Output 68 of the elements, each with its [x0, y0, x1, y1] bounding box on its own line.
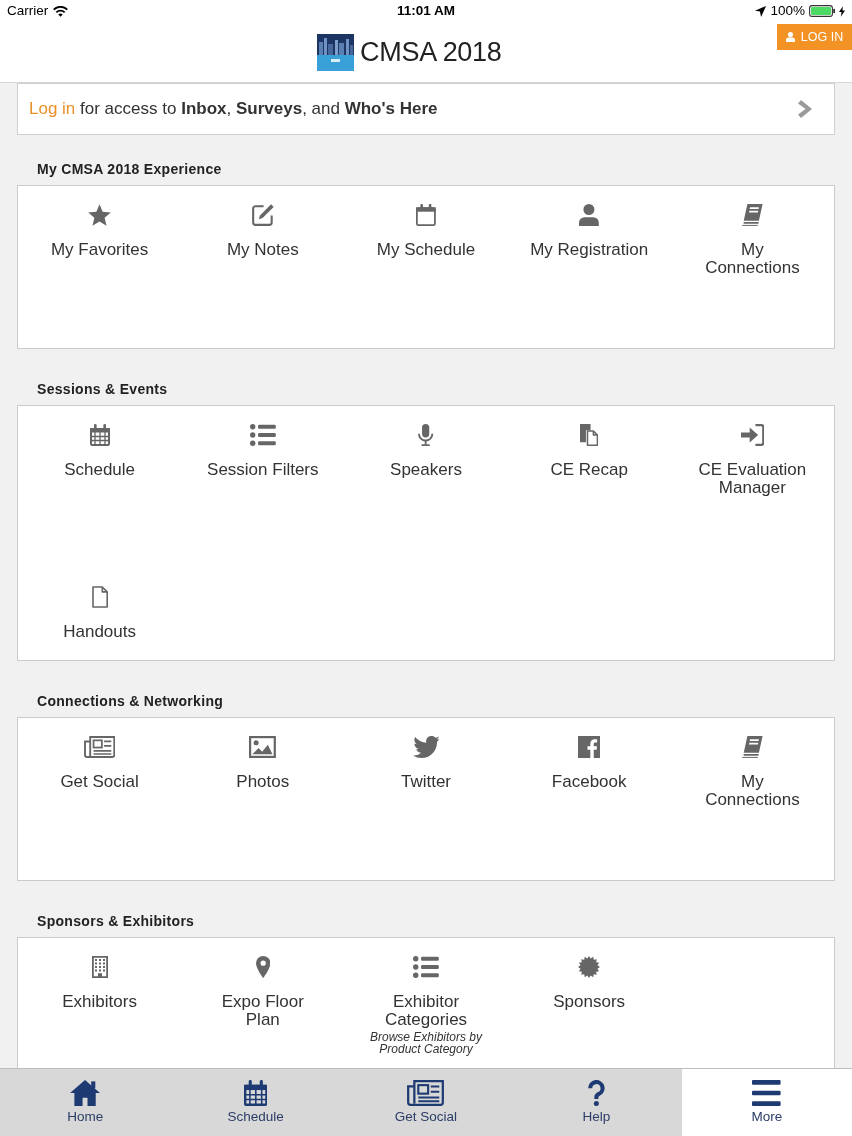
menu-tile[interactable]: Handouts — [63, 586, 136, 641]
menu-tile[interactable]: My Connections — [705, 204, 800, 277]
menu-tile[interactable]: Twitter — [400, 736, 451, 791]
menu-tile[interactable]: CE Evaluation Manager — [698, 424, 807, 497]
charging-bolt-icon — [839, 5, 845, 17]
tab[interactable]: Get Social — [340, 1069, 512, 1136]
menu-tile[interactable]: CE Recap — [550, 424, 628, 479]
tab[interactable]: Help — [511, 1069, 682, 1136]
person-icon — [579, 204, 600, 226]
wifi-icon — [53, 5, 69, 17]
microphone-icon — [418, 424, 434, 446]
book-icon — [742, 736, 763, 758]
menu-tile[interactable]: Schedule — [64, 424, 136, 479]
menu-tile[interactable]: Sponsors — [553, 956, 626, 1011]
menu-tile[interactable]: My Connections — [705, 736, 800, 809]
section-heading: Sponsors & Exhibitors — [37, 913, 196, 929]
login-prompt: Log in for access to Inbox, Surveys, and Who's Here — [29, 98, 439, 121]
calendar-icon — [89, 424, 110, 446]
location-arrow-icon — [755, 5, 767, 17]
clock-time: 11:01 AM — [397, 3, 455, 19]
pencil-square-icon — [251, 204, 274, 226]
login-banner[interactable]: Log in for access to Inbox, Surveys, and Who's Here — [17, 83, 835, 135]
tile-subtitle: Browse Exhibitors by Product Category — [369, 1031, 482, 1055]
image-icon — [249, 736, 277, 758]
section-heading: My CMSA 2018 Experience — [37, 161, 223, 177]
calendar-icon — [243, 1080, 268, 1106]
menu-tile[interactable]: Photos — [236, 736, 290, 791]
tab[interactable]: Schedule — [170, 1069, 341, 1136]
menu-tile[interactable]: Get Social — [60, 736, 139, 791]
chevron-right-icon — [798, 100, 812, 118]
documents-icon — [580, 424, 599, 446]
menu-icon — [752, 1080, 782, 1106]
logo-icon — [317, 33, 355, 71]
section-heading: Sessions & Events — [37, 381, 169, 397]
star-icon — [88, 204, 112, 226]
app-title: CMSA 2018 — [360, 36, 502, 68]
list-icon — [413, 956, 439, 978]
bird-icon — [412, 736, 440, 758]
map-pin-icon — [255, 956, 270, 978]
person-icon — [785, 32, 795, 42]
menu-tile[interactable]: Facebook — [551, 736, 627, 791]
tab[interactable]: More — [681, 1069, 852, 1136]
list-icon — [249, 424, 276, 446]
f-logo-icon — [578, 736, 601, 758]
newspaper-icon — [407, 1080, 445, 1106]
menu-tile[interactable]: Exhibitor Categories Browse Exhibitors by Product Category — [369, 956, 482, 1055]
tab[interactable]: Home — [0, 1069, 171, 1136]
book-icon — [742, 204, 763, 226]
calendar-icon — [416, 204, 436, 226]
menu-tile[interactable]: Expo Floor Plan — [221, 956, 304, 1029]
sign-in-icon — [740, 424, 765, 446]
seal-icon — [578, 956, 601, 978]
carrier-label: Carrier — [7, 3, 49, 19]
menu-tile[interactable]: Exhibitors — [62, 956, 137, 1011]
section-heading: Connections & Networking — [37, 693, 225, 709]
document-icon — [91, 586, 108, 608]
menu-tile[interactable]: My Favorites — [50, 204, 149, 259]
newspaper-icon — [83, 736, 116, 758]
menu-tile[interactable]: My Registration — [530, 204, 649, 259]
menu-tile[interactable]: My Schedule — [376, 204, 476, 259]
battery-icon — [809, 5, 835, 17]
home-icon — [70, 1080, 101, 1106]
menu-tile[interactable]: My Notes — [226, 204, 299, 259]
building-icon — [91, 956, 108, 978]
battery-percent: 100% — [770, 3, 805, 19]
menu-tile[interactable]: Speakers — [390, 424, 462, 479]
menu-tile[interactable]: Session Filters — [207, 424, 319, 479]
question-mark-icon — [588, 1080, 605, 1106]
